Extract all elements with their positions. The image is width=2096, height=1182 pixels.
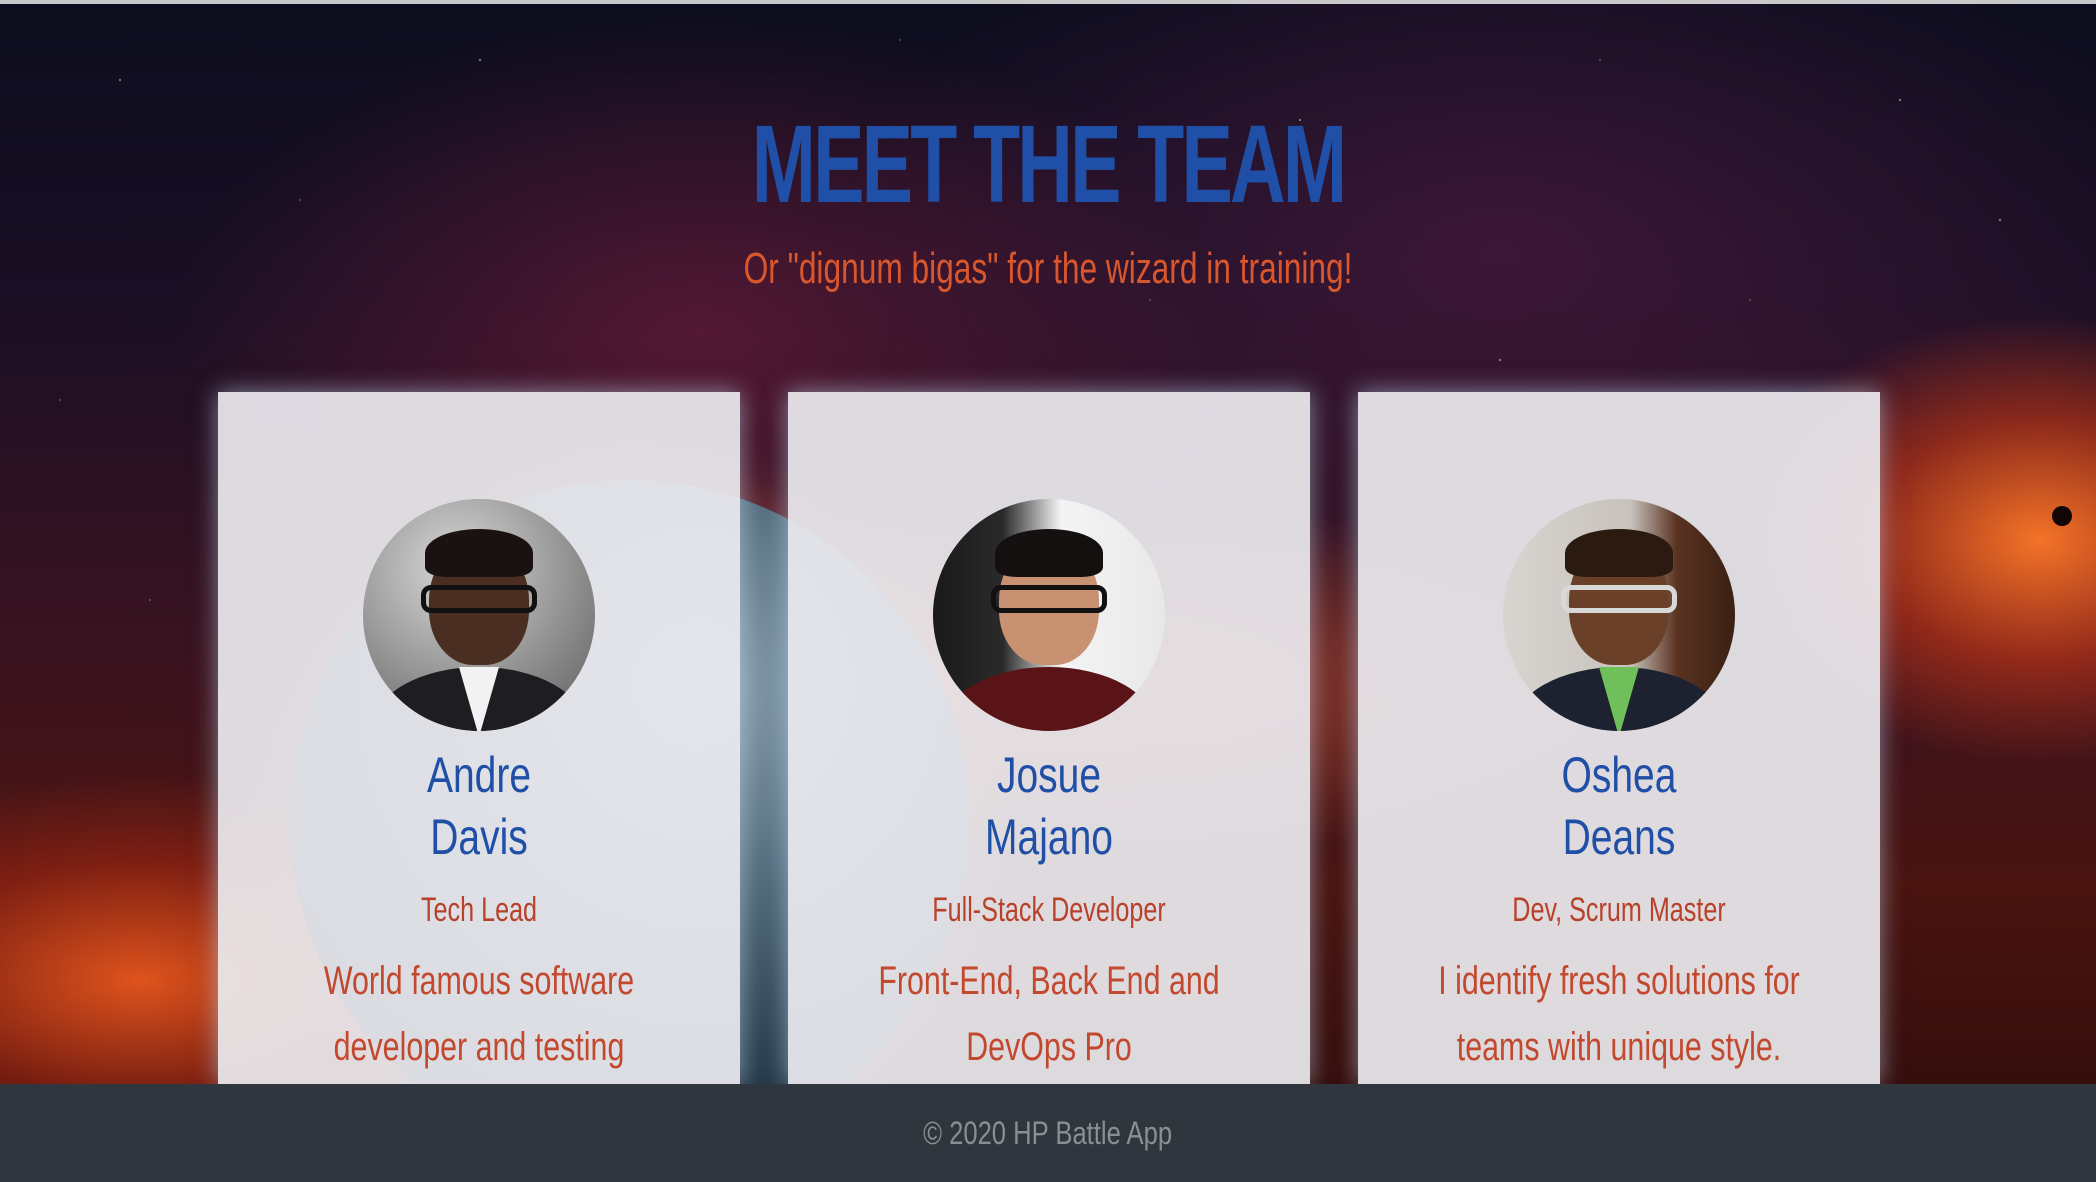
member-first-name: Oshea (1561, 747, 1677, 803)
member-role: Dev, Scrum Master (1512, 891, 1726, 929)
member-last-name: Majano (985, 809, 1113, 865)
member-role: Tech Lead (420, 891, 538, 929)
member-bio: I identify fresh solutions for teams wit… (1438, 959, 1800, 1069)
footer-copyright: © 2020 HP Battle App (923, 1115, 1173, 1151)
member-first-name: Andre (426, 747, 532, 803)
avatar (933, 499, 1165, 731)
page-subtitle: Or "dignum bigas" for the wizard in trai… (743, 244, 1353, 293)
avatar (1503, 499, 1735, 731)
member-role: Full-Stack Developer (932, 891, 1166, 929)
team-cards: Andre Davis Tech Lead World famous softw… (218, 392, 1880, 1084)
avatar (363, 499, 595, 731)
page: MEET THE TEAM Or "dignum bigas" for the … (0, 0, 2096, 1182)
member-name: Oshea Deans (1415, 744, 1822, 868)
team-card-oshea: Oshea Deans Dev, Scrum Master I identify… (1358, 392, 1880, 1084)
member-last-name: Davis (430, 809, 528, 865)
team-card-josue: Josue Majano Full-Stack Developer Front-… (788, 392, 1310, 1084)
background-dot (2052, 506, 2072, 526)
member-bio: Front-End, Back End and DevOps Pro (878, 959, 1220, 1069)
member-last-name: Deans (1562, 809, 1676, 865)
page-title: MEET THE TEAM (751, 103, 1347, 226)
member-name: Josue Majano (845, 744, 1252, 868)
member-bio: World famous software developer and test… (323, 959, 635, 1069)
team-card-andre: Andre Davis Tech Lead World famous softw… (218, 392, 740, 1084)
member-name: Andre Davis (275, 744, 682, 868)
member-first-name: Josue (996, 747, 1102, 803)
header: MEET THE TEAM Or "dignum bigas" for the … (0, 100, 2096, 294)
footer: © 2020 HP Battle App (0, 1084, 2096, 1182)
